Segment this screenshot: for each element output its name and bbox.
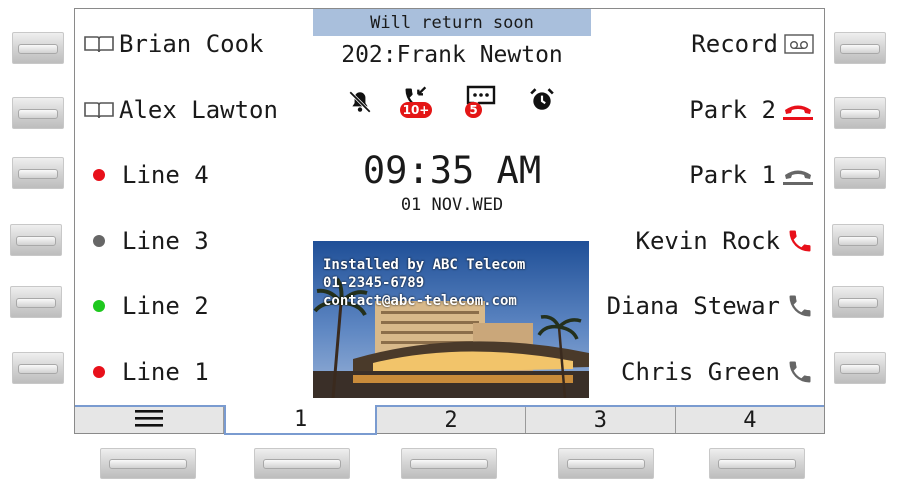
status-dot-icon [93,300,105,312]
phone-icon [786,227,814,255]
line-key-chris-green[interactable]: Chris Green [621,357,814,387]
tab-page-1[interactable]: 1 [224,405,377,435]
line-key-label: Diana Stewar [606,292,780,320]
left-hardware-key-1[interactable] [12,32,64,64]
account-label: 202:Frank Newton [341,42,563,68]
status-dot-icon [93,169,105,181]
tab-page-2[interactable]: 2 [377,407,527,433]
left-hardware-key-2[interactable] [12,97,64,129]
line-key-line-1[interactable]: Line 1 [83,357,209,387]
left-hardware-key-4[interactable] [10,224,62,256]
line-key-label: Park 1 [689,161,776,189]
clock-time: 09:35 AM [362,149,542,192]
tab-page-3[interactable]: 3 [526,407,676,433]
line-key-alex-lawton[interactable]: Alex Lawton [83,95,278,125]
right-hardware-key-3[interactable] [834,157,886,189]
line-key-label: Chris Green [621,358,780,386]
line-key-label: Alex Lawton [119,96,278,124]
line-key-label: Line 3 [122,227,209,255]
softkey-button-2[interactable] [254,448,350,479]
wallpaper-line-2: 01-2345-6789 [323,275,425,291]
right-hardware-key-4[interactable] [832,224,884,256]
line-key-park-2[interactable]: Park 2 [689,95,814,125]
left-hardware-key-5[interactable] [10,286,62,318]
menu-icon [135,408,164,433]
line-key-label: Line 4 [122,161,209,189]
park-icon [782,164,814,186]
status-icons: 10+ 5 [345,85,555,121]
line-key-park-1[interactable]: Park 1 [689,160,814,190]
contact-book-icon [83,100,115,120]
phone-icon [786,292,814,320]
clock-date: 01 NOV.WED [400,195,504,215]
message-icon[interactable]: 5 [465,85,497,118]
line-key-label: Record [691,30,778,58]
right-hardware-key-6[interactable] [834,352,886,384]
right-hardware-key-2[interactable] [834,97,886,129]
alarm-clock-icon [529,87,555,117]
line-key-diana-stewar[interactable]: Diana Stewar [607,291,814,321]
line-key-label: Line 2 [122,292,209,320]
phone-icon [786,358,814,386]
line-key-line-2[interactable]: Line 2 [83,291,209,321]
softkey-tab-bar: 1 2 3 4 [75,405,824,435]
line-key-label: Park 2 [689,96,776,124]
line-key-line-3[interactable]: Line 3 [83,226,209,256]
missed-call-icon[interactable]: 10+ [400,85,432,118]
right-hardware-key-1[interactable] [834,32,886,64]
line-key-line-4[interactable]: Line 4 [83,160,209,190]
wallpaper-line-3: contact@abc-telecom.com [323,293,517,309]
left-hardware-key-6[interactable] [12,352,64,384]
voicemail-icon [784,33,814,55]
message-badge: 5 [465,102,482,118]
line-key-kevin-rock[interactable]: Kevin Rock [636,226,815,256]
line-key-label: Kevin Rock [635,227,781,255]
wallpaper-image: Installed by ABC Telecom 01-2345-6789 co… [313,241,589,398]
park-icon [782,99,814,121]
status-message: Will return soon [313,9,591,36]
left-hardware-key-3[interactable] [12,157,64,189]
tab-page-4[interactable]: 4 [676,407,824,433]
line-key-label: Line 1 [122,358,209,386]
missed-call-badge: 10+ [400,102,432,118]
line-key-record[interactable]: Record [691,29,814,59]
line-key-brian-cook[interactable]: Brian Cook [83,29,264,59]
status-dot-icon [93,366,105,378]
tab-menu[interactable] [75,407,225,433]
softkey-button-5[interactable] [709,448,805,479]
bell-off-icon [347,89,373,119]
status-dot-icon [93,235,105,247]
wallpaper-line-1: Installed by ABC Telecom [323,257,526,273]
softkey-button-3[interactable] [401,448,497,479]
phone-screen: Brian Cook Alex Lawton Line 4 Line 3 Lin… [74,8,825,435]
right-hardware-key-5[interactable] [832,286,884,318]
line-key-label: Brian Cook [119,30,264,58]
softkey-button-4[interactable] [558,448,654,479]
contact-book-icon [83,34,115,54]
softkey-button-1[interactable] [100,448,196,479]
